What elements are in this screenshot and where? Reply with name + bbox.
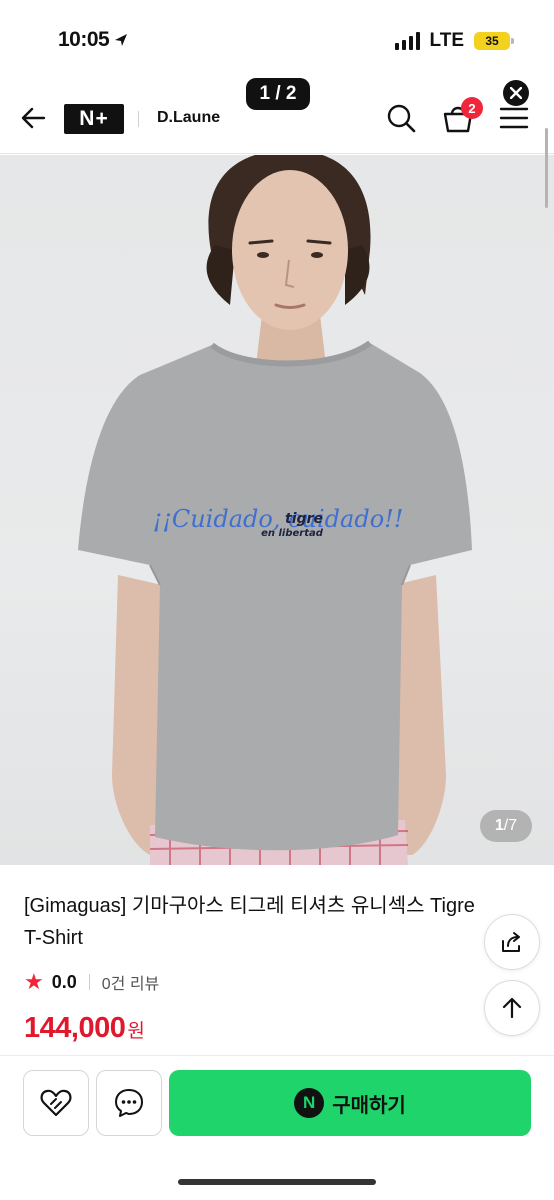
- location-arrow-icon: [115, 34, 128, 46]
- status-time: 10:05: [58, 28, 129, 52]
- share-icon: [502, 932, 520, 952]
- menu-icon: [499, 107, 529, 129]
- search-icon: [387, 104, 416, 133]
- battery-level: 35: [485, 34, 499, 48]
- close-icon: [510, 87, 522, 99]
- signal-icon: [394, 32, 420, 50]
- scroll-indicator: [545, 128, 548, 208]
- cart-count-badge: 2: [461, 97, 483, 119]
- price-value: 144,000: [24, 1012, 126, 1044]
- scroll-top-button[interactable]: [484, 980, 540, 1036]
- image-pager-badge: 1 / 2: [246, 78, 310, 110]
- search-button[interactable]: [385, 102, 417, 134]
- buy-button[interactable]: N 구매하기: [169, 1070, 531, 1136]
- review-count[interactable]: 0건 리뷰: [102, 970, 160, 994]
- rating-value: 0.0: [51, 971, 77, 992]
- model-photo: ¡¡Cuidado, cuidado!! tigre en libertad: [78, 155, 472, 865]
- product-image[interactable]: ¡¡Cuidado, cuidado!! tigre en libertad: [0, 155, 554, 865]
- close-button[interactable]: [503, 80, 529, 106]
- network-label: LTE: [429, 30, 464, 51]
- star-icon: ★: [24, 969, 44, 994]
- chat-button[interactable]: [96, 1070, 162, 1136]
- status-bar: 10:05 LTE 35: [0, 0, 554, 80]
- price-row: 144,000 원: [24, 1012, 145, 1045]
- home-indicator[interactable]: [178, 1179, 376, 1185]
- status-indicators: LTE 35: [394, 30, 514, 52]
- rating-row[interactable]: ★ 0.0 0건 리뷰: [24, 970, 159, 994]
- back-arrow-icon: [21, 107, 46, 129]
- menu-button[interactable]: [499, 104, 529, 132]
- header-divider: [138, 111, 139, 127]
- npay-icon: N: [294, 1088, 325, 1118]
- store-logo[interactable]: N+: [64, 104, 124, 134]
- shirt-print-line2: tigre: [285, 511, 323, 527]
- image-counter: 1/7: [480, 810, 532, 842]
- rating-divider: [88, 974, 90, 990]
- brand-name[interactable]: D.Laune: [157, 109, 220, 127]
- chat-icon: [115, 1089, 143, 1117]
- buy-button-label: 구매하기: [332, 1094, 406, 1117]
- wishlist-button[interactable]: [23, 1070, 89, 1136]
- product-title: [Gimaguas] 기마구아스 티그레 티셔츠 유니섹스 Tigre T-Sh…: [24, 895, 475, 949]
- heart-icon: [40, 1089, 72, 1117]
- shirt-print-line3: en libertad: [261, 528, 324, 539]
- battery-icon: 35: [474, 32, 514, 50]
- price-unit: 원: [127, 1021, 145, 1042]
- share-button[interactable]: [484, 914, 540, 970]
- back-button[interactable]: [18, 102, 50, 134]
- arrow-up-icon: [502, 997, 522, 1019]
